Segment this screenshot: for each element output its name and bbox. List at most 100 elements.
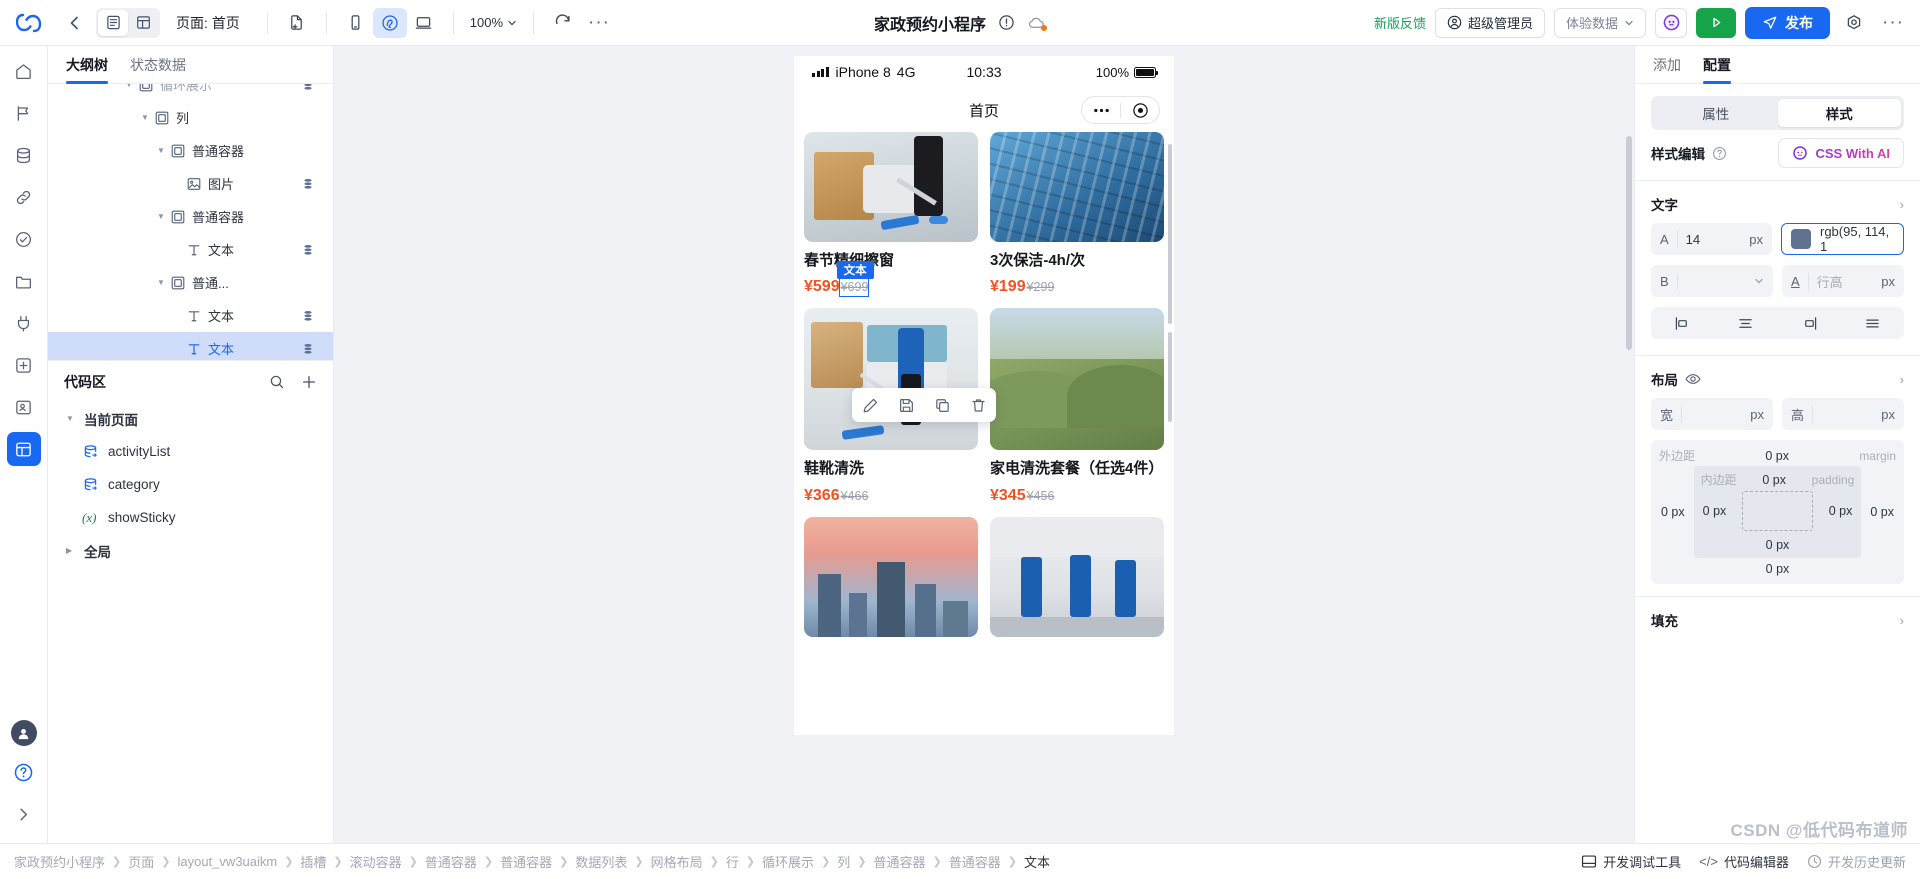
margin-bottom-value[interactable]: 0 px <box>1659 562 1896 576</box>
caret-down-icon[interactable]: ▼ <box>138 113 152 122</box>
data-binding-icon[interactable] <box>301 177 315 191</box>
breadcrumb-item[interactable]: layout_vw3uaikm <box>177 854 277 869</box>
line-height-field[interactable]: A 行高 px <box>1782 265 1904 297</box>
tab-add[interactable]: 添加 <box>1653 46 1681 84</box>
margin-left-value[interactable]: 0 px <box>1659 466 1687 558</box>
product-card[interactable]: 3次保洁-4h/次 ¥199¥299 <box>990 132 1164 296</box>
question-circle-icon[interactable] <box>1712 146 1727 161</box>
phone-scrollbar[interactable] <box>1168 144 1172 324</box>
tree-node[interactable]: 文本 <box>48 233 333 266</box>
text-align-row[interactable] <box>1651 307 1904 339</box>
layout-icon[interactable] <box>6 432 41 466</box>
plus-icon[interactable] <box>301 374 317 390</box>
breadcrumb-item[interactable]: 插槽 <box>300 852 326 871</box>
save-icon[interactable] <box>892 392 920 418</box>
history-button[interactable]: 开发历史更新 <box>1807 852 1906 871</box>
dev-tools-button[interactable]: 开发调试工具 <box>1581 852 1681 871</box>
breadcrumb-item[interactable]: 行 <box>726 852 739 871</box>
breadcrumb-item[interactable]: 家政预约小程序 <box>14 852 105 871</box>
component-tree[interactable]: ▼ 循环展示 ▼ 列 ▼ 普通容器 图片 ▼ 普通容器 文本 ▼ 普通... 文本 文本 <box>48 84 333 360</box>
ai-assistant-button[interactable] <box>1655 7 1687 38</box>
padding-top-value[interactable]: 0 px <box>1762 473 1786 487</box>
tree-node[interactable]: ▼ 循环展示 <box>48 84 333 101</box>
role-button[interactable]: 超级管理员 <box>1434 7 1545 38</box>
feedback-link[interactable]: 新版反馈 <box>1374 13 1426 32</box>
chevron-right-icon[interactable]: › <box>1900 197 1904 212</box>
font-weight-field[interactable]: B <box>1651 265 1773 297</box>
breadcrumb[interactable]: 家政预约小程序 ❯ 页面 ❯ layout_vw3uaikm ❯ 插槽 ❯ 滚动容器 ❯ 普通容器 ❯… <box>14 852 1050 871</box>
tree-node[interactable]: ▼ 普通... <box>48 266 333 299</box>
tab-config[interactable]: 配置 <box>1703 46 1731 84</box>
caret-down-icon[interactable]: ▼ <box>154 278 168 287</box>
data-binding-icon[interactable] <box>301 84 315 92</box>
flag-icon[interactable] <box>7 96 41 130</box>
tree-node[interactable]: 文本 <box>48 299 333 332</box>
settings-button[interactable] <box>1839 8 1869 38</box>
padding-right-value[interactable]: 0 px <box>1827 504 1855 518</box>
fill-section-header[interactable]: 填充 › <box>1635 601 1920 639</box>
chevron-right-icon[interactable]: › <box>1900 372 1904 387</box>
chevron-down-icon[interactable] <box>1754 276 1764 286</box>
font-size-field[interactable]: A 14 px <box>1651 223 1772 255</box>
tree-node[interactable]: ▼ 普通容器 <box>48 200 333 233</box>
align-justify-icon[interactable] <box>1841 316 1904 331</box>
page-selector[interactable]: 页面: 首页 <box>176 13 255 33</box>
outline-view-icon[interactable] <box>98 9 128 36</box>
tree-node[interactable]: ▼ 普通容器 <box>48 134 333 167</box>
layout-section-header[interactable]: 布局 › <box>1635 360 1920 398</box>
breadcrumb-item[interactable]: 网格布局 <box>651 852 703 871</box>
miniprogram-preview-icon[interactable] <box>372 7 407 38</box>
caret-down-icon[interactable]: ▼ <box>154 146 168 155</box>
info-circle-icon[interactable] <box>998 14 1015 31</box>
tree-node[interactable]: 图片 <box>48 167 333 200</box>
search-icon[interactable] <box>269 374 285 390</box>
width-field[interactable]: 宽 px <box>1651 398 1773 430</box>
product-card[interactable] <box>990 516 1164 637</box>
cloud-dot-icon[interactable] <box>1027 15 1048 31</box>
eye-icon[interactable] <box>1685 372 1701 386</box>
expand-panel-icon[interactable] <box>7 797 41 831</box>
padding-left-value[interactable]: 0 px <box>1701 504 1729 518</box>
breadcrumb-item[interactable]: 普通容器 <box>874 852 926 871</box>
back-button[interactable] <box>58 14 92 32</box>
more-dots-icon[interactable] <box>1082 108 1120 113</box>
text-section-header[interactable]: 文字 › <box>1635 185 1920 223</box>
align-center-icon[interactable] <box>1714 316 1777 331</box>
chevron-right-icon[interactable]: › <box>1900 613 1904 628</box>
grid-view-icon[interactable] <box>128 10 158 36</box>
miniprogram-capsule[interactable] <box>1081 96 1160 124</box>
data-binding-icon[interactable] <box>301 342 315 356</box>
align-left-icon[interactable] <box>1651 316 1714 331</box>
link-icon[interactable] <box>7 180 41 214</box>
code-item-activityList[interactable]: activityList <box>48 435 333 468</box>
product-card[interactable] <box>804 516 978 637</box>
breadcrumb-item[interactable]: 页面 <box>128 852 154 871</box>
plus-box-icon[interactable] <box>7 348 41 382</box>
tree-node[interactable]: ▼ 列 <box>48 101 333 134</box>
desktop-preview-icon[interactable] <box>407 8 441 38</box>
code-item-showSticky[interactable]: (x) showSticky <box>48 501 333 534</box>
selected-text-element[interactable]: 文本 ¥699 <box>836 261 874 298</box>
product-card[interactable]: 春节精细擦窗 ¥599文本¥699 <box>804 132 978 298</box>
folder-icon[interactable] <box>7 264 41 298</box>
target-icon[interactable] <box>1121 102 1159 119</box>
seg-styles[interactable]: 样式 <box>1777 99 1901 127</box>
database-icon[interactable] <box>7 138 41 172</box>
padding-bottom-value[interactable]: 0 px <box>1701 538 1855 552</box>
phone-content[interactable]: 春节精细擦窗 ¥599文本¥699 3次保洁-4h/次 <box>794 132 1174 727</box>
avatar[interactable] <box>10 720 37 746</box>
data-env-selector[interactable]: 体验数据 <box>1553 7 1646 38</box>
text-color-field[interactable]: rgb(95, 114, 1 <box>1781 223 1904 255</box>
align-right-icon[interactable] <box>1778 316 1841 331</box>
delete-icon[interactable] <box>964 392 992 418</box>
caret-down-icon[interactable]: ▼ <box>122 84 136 89</box>
breadcrumb-item[interactable]: 普通容器 <box>425 852 477 871</box>
breadcrumb-item[interactable]: 普通容器 <box>949 852 1001 871</box>
mobile-preview-icon[interactable] <box>339 8 373 38</box>
home-icon[interactable] <box>7 54 41 88</box>
publish-button[interactable]: 发布 <box>1745 6 1830 39</box>
phone-scrollbar-2[interactable] <box>1168 332 1172 422</box>
caret-down-icon[interactable]: ▼ <box>154 212 168 221</box>
property-style-switch[interactable]: 属性 样式 <box>1651 96 1904 130</box>
canvas-scrollbar[interactable] <box>1626 48 1632 841</box>
